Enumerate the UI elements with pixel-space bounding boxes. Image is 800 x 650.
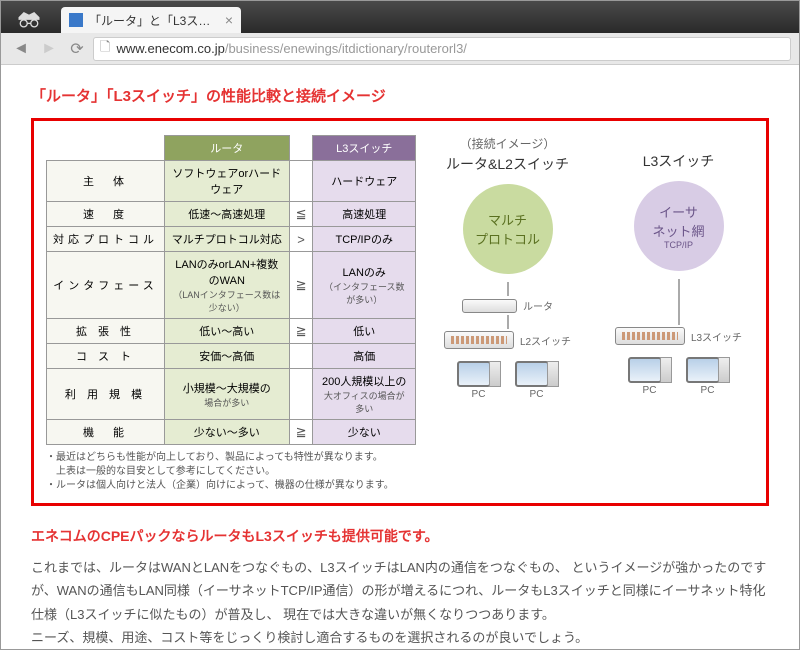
browser-window: 「ルータ」と「L3スイッ… × ◄ ► ⟳ 🗋 www.enecom.co.jp… bbox=[0, 0, 800, 650]
connection-label: （接続イメージ） bbox=[460, 135, 556, 152]
tab-bar: 「ルータ」と「L3スイッ… × bbox=[1, 1, 799, 33]
row-label: 利 用 規 模 bbox=[47, 369, 165, 420]
comparison-table: ルータ L3スイッチ 主 体ソフトウェアorハードウェアハードウェア速 度低速〜… bbox=[46, 135, 416, 445]
cell-l3: TCP/IPのみ bbox=[313, 227, 416, 252]
cell-l3: 200人規模以上の大オフィスの場合が多い bbox=[313, 369, 416, 420]
cell-router: マルチプロトコル対応 bbox=[165, 227, 290, 252]
row-label: 速 度 bbox=[47, 202, 165, 227]
tab-title: 「ルータ」と「L3スイッ… bbox=[89, 12, 219, 29]
cell-l3: 高価 bbox=[313, 344, 416, 369]
body-paragraph: これまでは、ルータはWANとLANをつなぐもの、L3スイッチはLAN内の通信をつ… bbox=[31, 556, 769, 626]
page-icon: 🗋 bbox=[100, 38, 110, 60]
cell-l3: ハードウェア bbox=[313, 161, 416, 202]
cell-sign: ≦ bbox=[289, 202, 313, 227]
reload-button[interactable]: ⟳ bbox=[65, 37, 89, 61]
diagram-col-router-l2: （接続イメージ） ルータ&L2スイッチ マルチ プロトコル ルータ L2スイッチ… bbox=[432, 135, 583, 493]
pc-icon: PC bbox=[686, 357, 730, 396]
cell-sign: > bbox=[289, 227, 313, 252]
url-input[interactable]: 🗋 www.enecom.co.jp/business/enewings/itd… bbox=[93, 37, 791, 61]
row-label: 対応プロトコル bbox=[47, 227, 165, 252]
row-label: インタフェース bbox=[47, 252, 165, 319]
col-router: ルータ bbox=[165, 136, 290, 161]
page-content: 「ルータ」「L3スイッチ」の性能比較と接続イメージ ルータ L3スイッチ 主 体… bbox=[1, 65, 799, 649]
row-label: 機 能 bbox=[47, 420, 165, 445]
connection-diagram: （接続イメージ） ルータ&L2スイッチ マルチ プロトコル ルータ L2スイッチ… bbox=[432, 135, 754, 493]
cell-l3: 高速処理 bbox=[313, 202, 416, 227]
cell-l3: LANのみ（インタフェース数が多い） bbox=[313, 252, 416, 319]
note-line: ・最近はどちらも性能が向上しており、製品によっても特性が異なります。 bbox=[46, 451, 416, 465]
body-paragraph: ニーズ、規模、用途、コスト等をじっくり検討し適合するものを選択されるのが良いでし… bbox=[31, 626, 769, 649]
browser-tab[interactable]: 「ルータ」と「L3スイッ… × bbox=[61, 7, 241, 33]
l2-switch-icon bbox=[444, 331, 514, 349]
cell-sign: ≧ bbox=[289, 252, 313, 319]
cell-router: 小規模〜大規模の場合が多い bbox=[165, 369, 290, 420]
cell-l3: 低い bbox=[313, 319, 416, 344]
diagram-col-l3: . L3スイッチ イーサ ネット網 TCP/IP L3スイッチ PC PC bbox=[603, 135, 754, 493]
row-label: 主 体 bbox=[47, 161, 165, 202]
forward-button[interactable]: ► bbox=[37, 37, 61, 61]
cell-router: 低速〜高速処理 bbox=[165, 202, 290, 227]
comparison-table-wrap: ルータ L3スイッチ 主 体ソフトウェアorハードウェアハードウェア速 度低速〜… bbox=[46, 135, 416, 493]
router-icon bbox=[462, 299, 517, 313]
cell-sign: ≧ bbox=[289, 420, 313, 445]
pc-icon: PC bbox=[515, 361, 559, 400]
cell-sign bbox=[289, 344, 313, 369]
note-line: 上表は一般的な目安として参考にしてください。 bbox=[46, 465, 416, 479]
cell-router: 少ない〜多い bbox=[165, 420, 290, 445]
row-label: コ ス ト bbox=[47, 344, 165, 369]
address-bar: ◄ ► ⟳ 🗋 www.enecom.co.jp/business/enewin… bbox=[1, 33, 799, 65]
cell-sign: ≧ bbox=[289, 319, 313, 344]
note-line: ・ルータは個人向けと法人（企業）向けによって、機器の仕様が異なります。 bbox=[46, 479, 416, 493]
url-host: www.enecom.co.jp bbox=[116, 41, 224, 56]
back-button[interactable]: ◄ bbox=[9, 37, 33, 61]
url-path: /business/enewings/itdictionary/routeror… bbox=[225, 41, 467, 56]
sub-heading: エネコムのCPEパックならルータもL3スイッチも提供可能です。 bbox=[31, 526, 769, 546]
cell-router: 安価〜高価 bbox=[165, 344, 290, 369]
cell-router: 低い〜高い bbox=[165, 319, 290, 344]
cell-sign bbox=[289, 369, 313, 420]
diagram-title-1: ルータ&L2スイッチ bbox=[446, 154, 569, 174]
favicon-icon bbox=[69, 13, 83, 27]
l3-switch-icon bbox=[615, 327, 685, 345]
diagram-title-2: L3スイッチ bbox=[643, 151, 715, 171]
col-l3: L3スイッチ bbox=[313, 136, 416, 161]
multi-protocol-circle: マルチ プロトコル bbox=[463, 184, 553, 274]
cell-router: LANのみorLAN+複数のWAN（LANインタフェース数は少ない） bbox=[165, 252, 290, 319]
cell-router: ソフトウェアorハードウェア bbox=[165, 161, 290, 202]
close-icon[interactable]: × bbox=[225, 12, 233, 28]
comparison-frame: ルータ L3スイッチ 主 体ソフトウェアorハードウェアハードウェア速 度低速〜… bbox=[31, 118, 769, 506]
pc-icon: PC bbox=[457, 361, 501, 400]
pc-icon: PC bbox=[628, 357, 672, 396]
table-notes: ・最近はどちらも性能が向上しており、製品によっても特性が異なります。 上表は一般… bbox=[46, 451, 416, 493]
cell-l3: 少ない bbox=[313, 420, 416, 445]
incognito-icon bbox=[9, 5, 49, 33]
cell-sign bbox=[289, 161, 313, 202]
ethernet-circle: イーサ ネット網 TCP/IP bbox=[634, 181, 724, 271]
row-label: 拡 張 性 bbox=[47, 319, 165, 344]
section-title: 「ルータ」「L3スイッチ」の性能比較と接続イメージ bbox=[31, 85, 769, 106]
